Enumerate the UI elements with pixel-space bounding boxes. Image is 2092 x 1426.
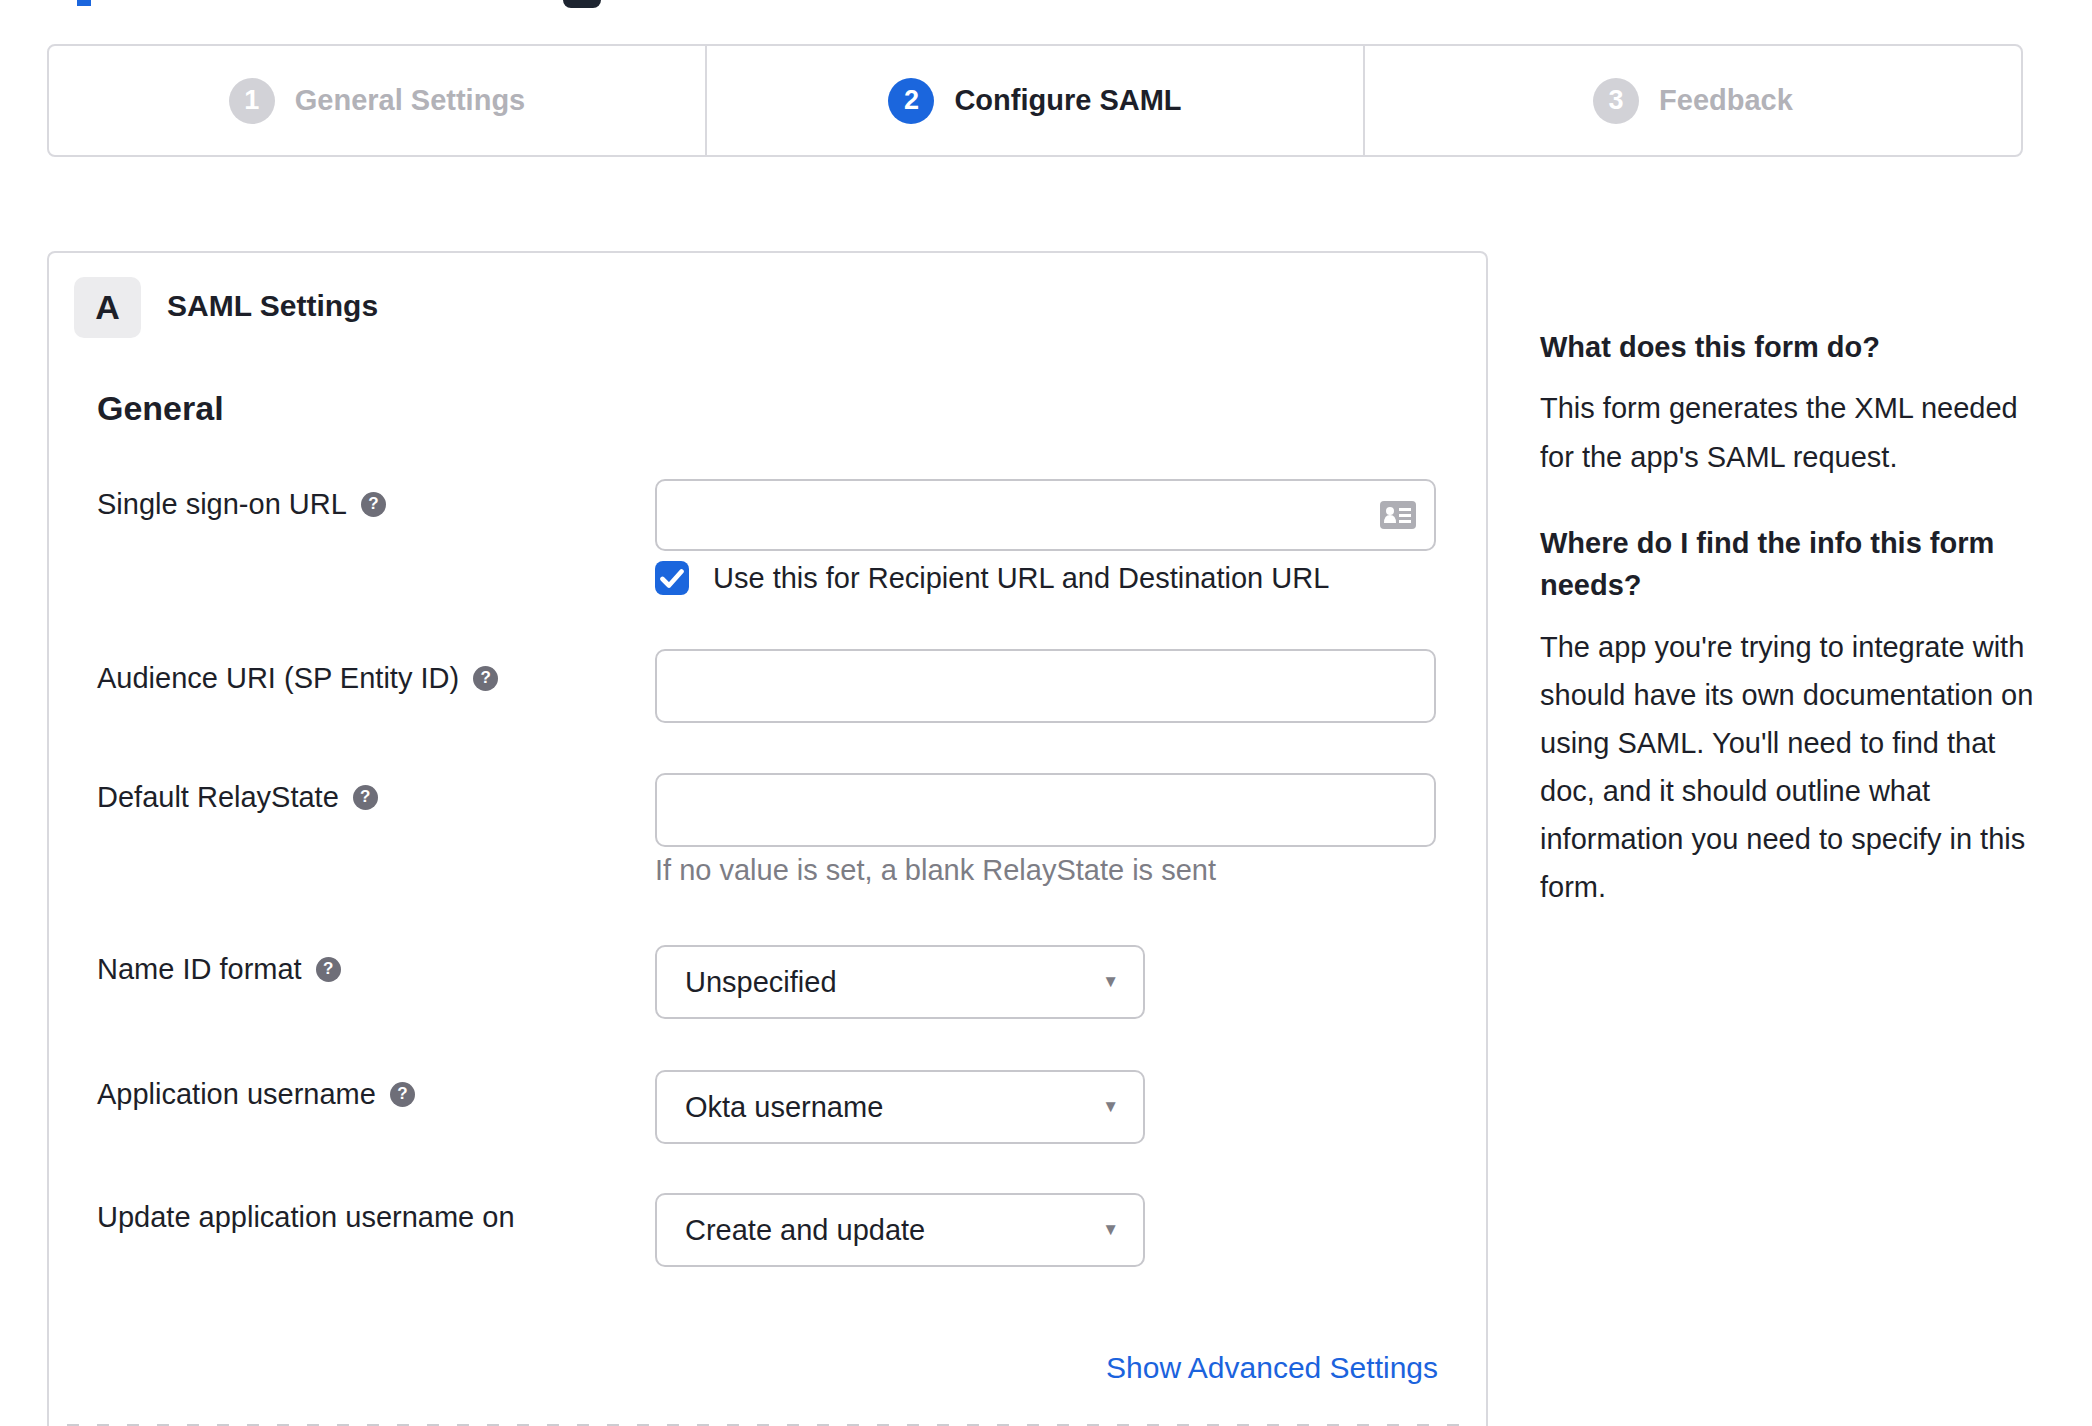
top-cropped-blue-accent: [77, 0, 91, 6]
step-2-label: Configure SAML: [954, 84, 1181, 117]
name-id-format-select[interactable]: Unspecified ▼: [655, 945, 1145, 1019]
sso-url-label: Single sign-on URL: [97, 488, 347, 521]
sso-url-input[interactable]: [655, 479, 1436, 551]
section-a-badge: A: [74, 277, 141, 338]
audience-uri-label-row: Audience URI (SP Entity ID) ?: [97, 661, 498, 695]
name-id-format-label: Name ID format: [97, 953, 302, 986]
update-username-select[interactable]: Create and update ▼: [655, 1193, 1145, 1267]
step-3-label: Feedback: [1659, 84, 1793, 117]
general-heading: General: [97, 389, 224, 428]
update-username-value: Create and update: [685, 1214, 925, 1247]
audience-uri-help-icon[interactable]: ?: [473, 666, 498, 691]
step-3-number: 3: [1593, 78, 1639, 124]
update-username-label: Update application username on: [97, 1201, 515, 1234]
application-username-help-icon[interactable]: ?: [390, 1082, 415, 1107]
recipient-url-checkbox-label: Use this for Recipient URL and Destinati…: [713, 562, 1329, 595]
application-username-label-row: Application username ?: [97, 1077, 415, 1111]
name-id-format-value: Unspecified: [685, 966, 837, 999]
sso-url-label-row: Single sign-on URL ?: [97, 487, 386, 521]
audience-uri-input[interactable]: [655, 649, 1436, 723]
relay-state-input[interactable]: [655, 773, 1436, 847]
application-username-select[interactable]: Okta username ▼: [655, 1070, 1145, 1144]
top-cropped-app-logo: [563, 0, 601, 8]
saml-settings-panel: A SAML Settings General Single sign-on U…: [47, 251, 1488, 1426]
name-id-format-label-row: Name ID format ?: [97, 952, 341, 986]
relay-state-help-icon[interactable]: ?: [353, 785, 378, 810]
wizard-stepper: 1 General Settings 2 Configure SAML 3 Fe…: [47, 44, 2023, 157]
sidebar-answer-2: The app you're trying to integrate with …: [1540, 623, 2048, 911]
page: 1 General Settings 2 Configure SAML 3 Fe…: [0, 0, 2092, 1426]
show-advanced-settings-link[interactable]: Show Advanced Settings: [1106, 1351, 1438, 1385]
panel-title: SAML Settings: [167, 289, 378, 323]
sidebar-answer-1: This form generates the XML needed for t…: [1540, 384, 2048, 482]
step-1-label: General Settings: [295, 84, 525, 117]
relay-state-label: Default RelayState: [97, 781, 339, 814]
contact-card-icon: [1380, 501, 1416, 529]
sso-url-help-icon[interactable]: ?: [361, 492, 386, 517]
name-id-format-help-icon[interactable]: ?: [316, 957, 341, 982]
application-username-label: Application username: [97, 1078, 376, 1111]
step-2-number: 2: [888, 78, 934, 124]
relay-state-label-row: Default RelayState ?: [97, 780, 378, 814]
audience-uri-label: Audience URI (SP Entity ID): [97, 662, 459, 695]
recipient-url-checkbox-row: Use this for Recipient URL and Destinati…: [655, 561, 1329, 595]
sidebar-question-2: Where do I find the info this form needs…: [1540, 522, 2048, 606]
step-configure-saml[interactable]: 2 Configure SAML: [705, 46, 1363, 155]
recipient-url-checkbox[interactable]: [655, 561, 689, 595]
application-username-value: Okta username: [685, 1091, 883, 1124]
update-username-label-row: Update application username on: [97, 1200, 515, 1234]
step-general-settings[interactable]: 1 General Settings: [49, 46, 705, 155]
dropdown-arrow-icon: ▼: [1102, 1097, 1119, 1117]
dropdown-arrow-icon: ▼: [1102, 972, 1119, 992]
dropdown-arrow-icon: ▼: [1102, 1220, 1119, 1240]
sidebar-question-1: What does this form do?: [1540, 326, 2048, 368]
step-1-number: 1: [229, 78, 275, 124]
relay-state-hint: If no value is set, a blank RelayState i…: [655, 854, 1216, 887]
help-sidebar: What does this form do? This form genera…: [1540, 326, 2048, 911]
step-feedback[interactable]: 3 Feedback: [1363, 46, 2021, 155]
